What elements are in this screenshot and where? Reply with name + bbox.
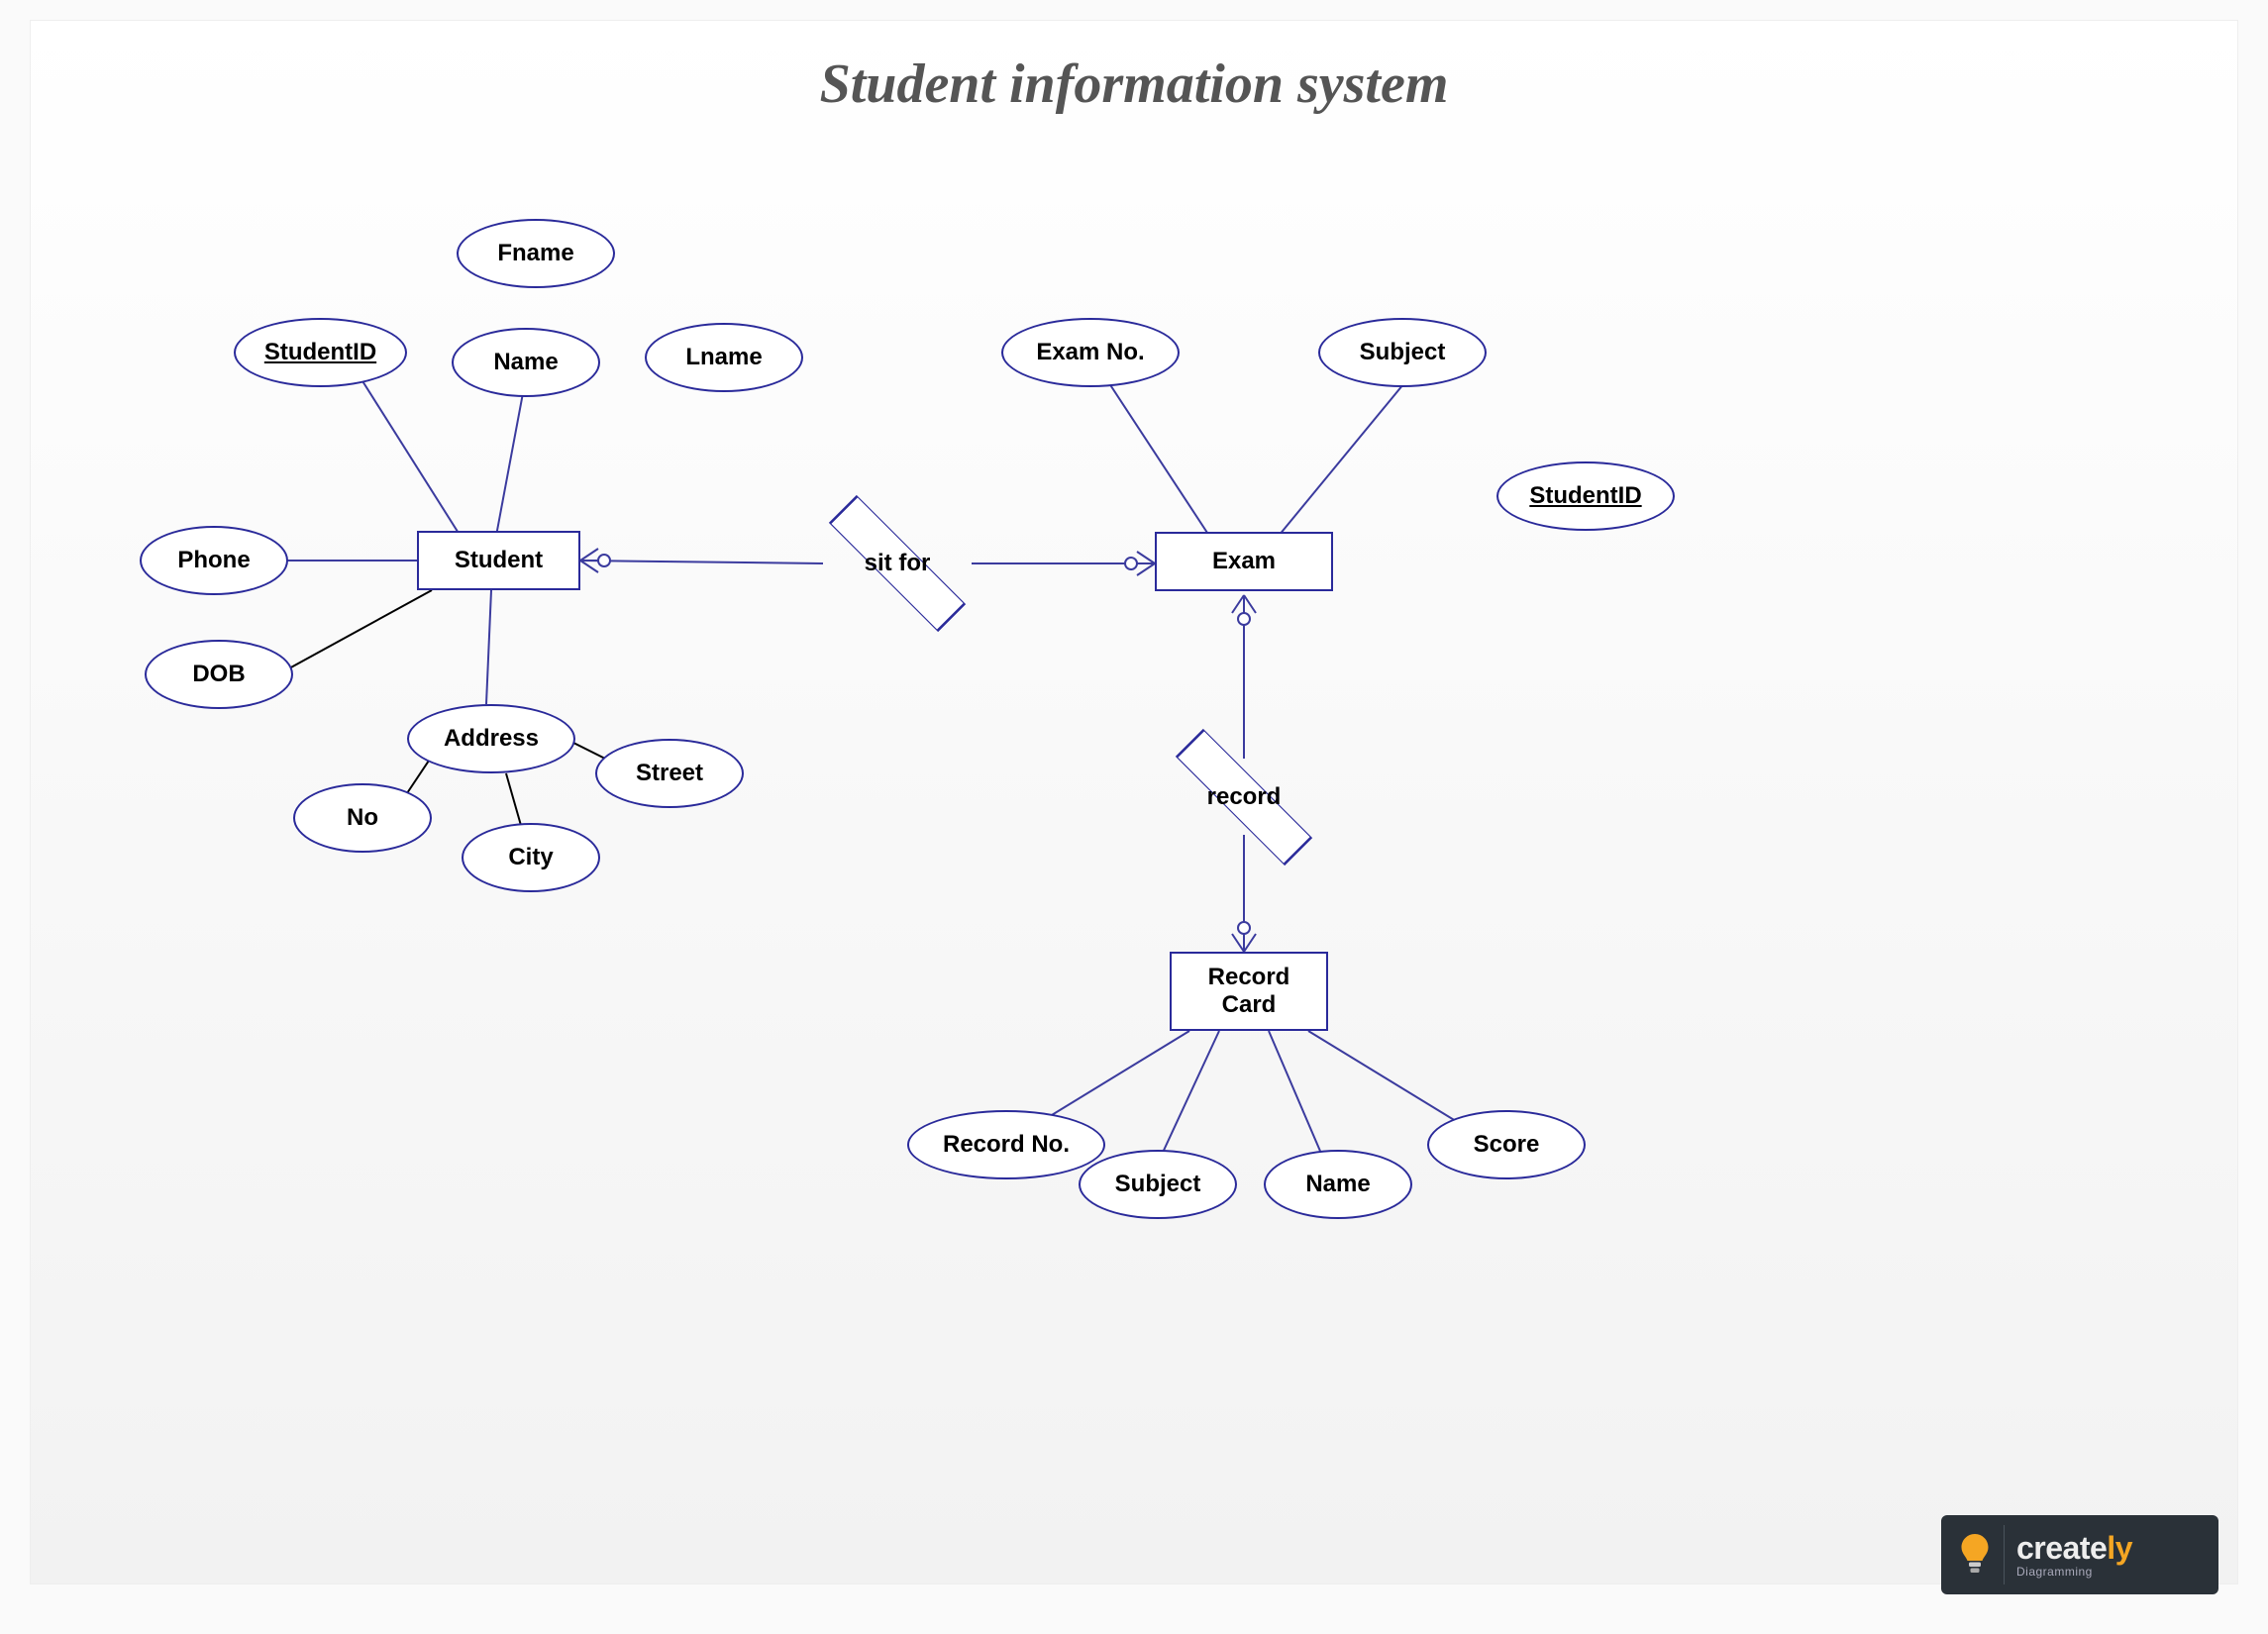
attr-no: No (293, 783, 432, 853)
attr-street: Street (595, 739, 744, 808)
relationship-sitfor: sit for (838, 528, 957, 599)
attr-dob: DOB (145, 640, 293, 709)
attr-recordno: Record No. (907, 1110, 1105, 1179)
attr-phone: Phone (140, 526, 288, 595)
attr-name: Name (452, 328, 600, 397)
attr-address: Address (407, 704, 575, 773)
entity-student: Student (417, 531, 580, 590)
attr-rc-subject: Subject (1079, 1150, 1237, 1219)
diagram-title: Student information system (31, 52, 2237, 116)
entity-recordcard: Record Card (1170, 952, 1328, 1031)
attr-city: City (462, 823, 600, 892)
attr-exam-studentid: StudentID (1496, 461, 1675, 531)
attr-rc-name: Name (1264, 1150, 1412, 1219)
diagram-canvas: Student information system (30, 20, 2238, 1584)
attr-score: Score (1427, 1110, 1586, 1179)
attr-fname: Fname (457, 219, 615, 288)
attr-studentid: StudentID (234, 318, 407, 387)
creately-logo: creately Diagramming (1941, 1515, 2218, 1594)
bulb-icon (1955, 1525, 2005, 1584)
attr-examno: Exam No. (1001, 318, 1180, 387)
attr-lname: Lname (645, 323, 803, 392)
logo-text: creately Diagramming (2016, 1532, 2132, 1578)
attr-exam-subject: Subject (1318, 318, 1487, 387)
relationship-record: record (1185, 762, 1303, 833)
entity-exam: Exam (1155, 532, 1333, 591)
